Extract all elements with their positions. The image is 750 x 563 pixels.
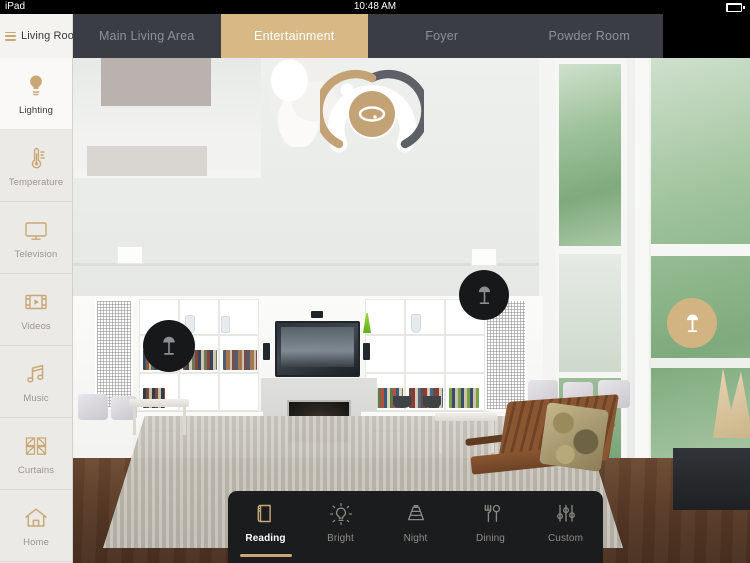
sidebar-item-television[interactable]: Television (0, 202, 72, 274)
home-icon (22, 504, 50, 532)
table-leg (133, 407, 136, 435)
pillow (78, 394, 108, 420)
floor-lamp-left-toggle[interactable] (143, 320, 195, 372)
room-menu-button[interactable]: Living Room (0, 14, 83, 58)
active-scene-indicator (239, 554, 292, 557)
mesh-cabinet-panel-left (95, 299, 133, 409)
floor-lamp-right-toggle[interactable] (459, 270, 509, 320)
scene-label: Dining (476, 533, 505, 544)
scene-reading[interactable]: Reading (228, 491, 303, 563)
tab-label: Foyer (425, 29, 459, 43)
sliders-icon (553, 501, 579, 527)
decor-bowl (393, 396, 411, 408)
tab-entertainment[interactable]: Entertainment (220, 14, 368, 58)
dark-console-table (673, 448, 750, 510)
video-film-icon (22, 288, 50, 316)
books-row (449, 388, 479, 408)
lightbulb-icon (22, 72, 50, 100)
status-clock: 10:48 AM (353, 1, 397, 12)
scene-night[interactable]: Night (378, 491, 453, 563)
scene-label: Night (403, 533, 428, 544)
side-table-left (129, 399, 189, 407)
center-speaker (311, 311, 323, 318)
thermometer-icon (22, 144, 50, 172)
sidebar-item-lighting[interactable]: Lighting (0, 58, 72, 130)
side-table-right (435, 413, 497, 421)
glass-object (221, 316, 230, 333)
hamburger-menu-icon[interactable] (5, 31, 16, 41)
scene-label: Bright (327, 533, 354, 544)
wall-mounted-tv (275, 321, 360, 377)
area-tab-bar: Main Living Area Entertainment Foyer Pow… (73, 14, 663, 58)
sidebar-item-label: Music (23, 392, 49, 404)
scene-selector-bar: Reading Bright Night Dining Custom (228, 491, 603, 563)
tv-speaker-right (363, 343, 370, 360)
scene-custom[interactable]: Custom (528, 491, 603, 563)
sidebar-item-label: Television (14, 248, 58, 260)
scene-label: Custom (547, 533, 584, 544)
sidebar-item-label: Home (23, 536, 49, 548)
sidebar-item-videos[interactable]: Videos (0, 274, 72, 346)
sidebar-item-label: Videos (21, 320, 51, 332)
sidebar-item-music[interactable]: Music (0, 346, 72, 418)
tab-label: Main Living Area (98, 29, 195, 43)
books-row (223, 350, 257, 370)
glass-vase (411, 314, 421, 333)
table-lamp-icon (478, 286, 490, 304)
battery-full-icon (726, 3, 745, 12)
shelf-box (445, 335, 485, 373)
sidebar-item-home[interactable]: Home (0, 490, 72, 562)
tv-speaker-left (263, 343, 270, 360)
table-lamp-icon (686, 314, 698, 332)
music-note-icon (22, 360, 50, 388)
sidebar-item-label: Temperature (8, 176, 64, 188)
tab-main-living-area[interactable]: Main Living Area (73, 14, 221, 58)
shelf-box (365, 299, 405, 335)
scene-dining[interactable]: Dining (453, 491, 528, 563)
cutlery-icon (478, 501, 504, 527)
lampshade-right (471, 248, 497, 266)
accent-lamp-toggle[interactable] (667, 298, 717, 348)
tab-label: Entertainment (254, 29, 335, 43)
book-icon (253, 501, 279, 527)
sidebar-item-curtains[interactable]: Curtains (0, 418, 72, 490)
balcony-opening (101, 58, 211, 106)
shelf-box (219, 373, 259, 411)
patterned-pillow (538, 401, 610, 473)
category-sidebar: Lighting Temperature Television Videos M… (0, 58, 73, 563)
tab-powder-room[interactable]: Powder Room (516, 14, 664, 58)
balcony-wall-panel (87, 146, 207, 176)
lampshade-icon (403, 501, 429, 527)
tab-foyer[interactable]: Foyer (368, 14, 516, 58)
scene-label: Reading (245, 533, 286, 544)
ipad-smart-home-app: iPad 10:48 AM Living Room Main Living Ar… (0, 0, 750, 563)
table-leg (439, 421, 442, 453)
shelf-box (365, 335, 405, 373)
tab-label: Powder Room (548, 29, 630, 43)
table-lamp-icon (163, 336, 175, 355)
sidebar-item-temperature[interactable]: Temperature (0, 130, 72, 202)
lampshade-left (117, 246, 143, 264)
sidebar-item-label: Lighting (18, 104, 54, 116)
sun-bulb-icon (328, 501, 354, 527)
top-navigation-bar: Living Room Main Living Area Entertainme… (0, 14, 750, 58)
curtains-icon (22, 432, 50, 460)
television-icon (22, 216, 50, 244)
sidebar-item-label: Curtains (17, 464, 55, 476)
decor-bowl (423, 396, 441, 408)
chandelier-dimmer-dial[interactable] (320, 62, 424, 166)
shelf-box (405, 335, 445, 373)
table-leg (183, 407, 186, 435)
ios-status-bar: iPad 10:48 AM (0, 0, 750, 14)
room-photo-view (73, 58, 750, 563)
scene-bright[interactable]: Bright (303, 491, 378, 563)
